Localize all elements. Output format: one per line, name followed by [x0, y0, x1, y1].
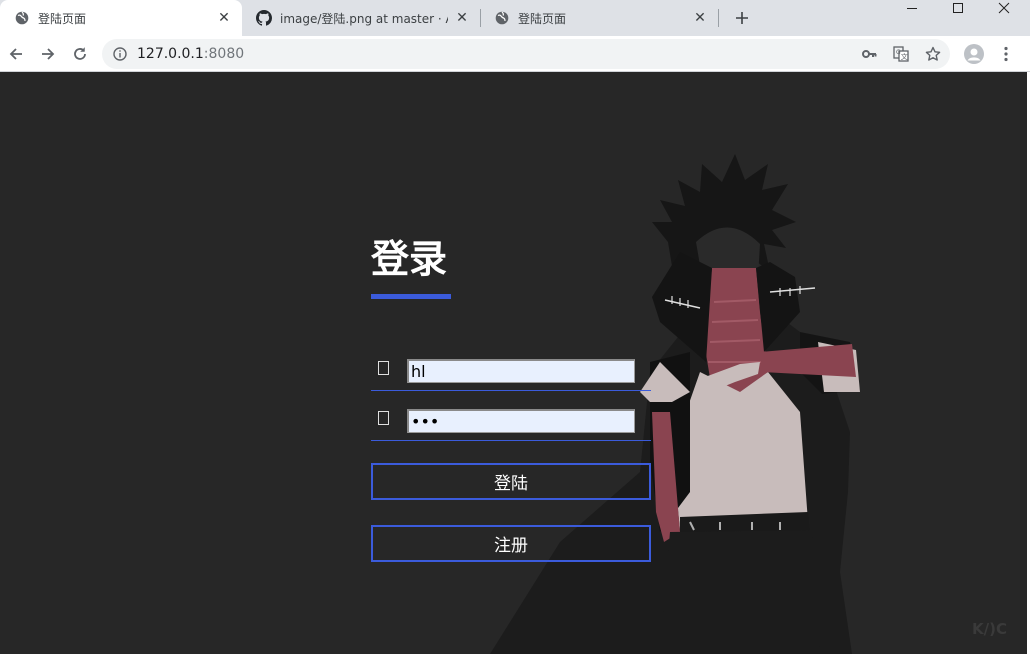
translate-icon[interactable]: 文G [892, 45, 910, 63]
bookmark-star-icon[interactable] [924, 45, 942, 63]
tab-title: 登陆页面 [518, 11, 567, 26]
register-button[interactable]: 注册 [371, 525, 651, 562]
globe-icon [494, 10, 510, 26]
menu-button[interactable] [992, 40, 1020, 68]
svg-text:文: 文 [901, 52, 908, 61]
arrow-left-icon [9, 48, 22, 60]
arrow-right-icon [42, 48, 55, 60]
kebab-menu-icon [1004, 46, 1008, 62]
title-underline [371, 294, 451, 299]
globe-icon [14, 10, 30, 26]
tab-github[interactable]: image/登陆.png at master · Alt ✕ [242, 0, 480, 36]
address-bar[interactable]: 127.0.0.1:8080 文G [102, 39, 950, 69]
plus-icon [736, 12, 748, 24]
tab-login-page-1[interactable]: 登陆页面 ✕ [0, 0, 242, 36]
window-close-button[interactable] [981, 0, 1027, 16]
close-icon[interactable]: ✕ [216, 10, 232, 26]
password-row [371, 401, 651, 441]
username-input[interactable] [407, 359, 635, 383]
lock-icon [378, 411, 389, 425]
back-button[interactable] [2, 40, 30, 68]
url-port: :8080 [203, 46, 245, 62]
svg-text:G: G [896, 49, 901, 56]
tab-title: image/登陆.png at master · Alt [280, 11, 448, 26]
browser-toolbar: 127.0.0.1:8080 文G [0, 36, 1030, 72]
github-icon [256, 10, 272, 26]
minimize-button[interactable] [889, 0, 935, 16]
login-title: 登录 [371, 237, 448, 281]
username-row [371, 351, 651, 391]
window-bottom-edge [0, 654, 1030, 658]
login-button[interactable]: 登陆 [371, 463, 651, 500]
user-icon [378, 361, 389, 375]
profile-avatar[interactable] [960, 40, 988, 68]
close-icon[interactable]: ✕ [692, 10, 708, 26]
new-tab-button[interactable] [730, 6, 754, 30]
maximize-icon [953, 3, 963, 13]
reload-button[interactable] [66, 40, 94, 68]
minimize-icon [907, 8, 917, 9]
maximize-button[interactable] [935, 0, 981, 16]
forward-button[interactable] [34, 40, 62, 68]
key-icon[interactable] [860, 45, 878, 63]
info-icon[interactable] [112, 46, 128, 62]
close-icon [998, 2, 1010, 14]
reload-icon [74, 47, 86, 60]
url-host: 127.0.0.1 [137, 46, 204, 62]
url-text[interactable]: 127.0.0.1:8080 [137, 46, 244, 62]
password-input[interactable] [407, 409, 635, 433]
tab-title: 登陆页面 [38, 11, 87, 26]
close-icon[interactable]: ✕ [454, 10, 470, 26]
watermark-text: K/)C [972, 620, 1007, 638]
page-viewport: K/)C 登录 登陆 注册 [0, 72, 1027, 654]
tab-login-page-2[interactable]: 登陆页面 ✕ [480, 0, 718, 36]
tab-divider [718, 9, 719, 27]
avatar-icon [964, 44, 984, 64]
tab-strip: 登陆页面 ✕ image/登陆.png at master · Alt ✕ 登陆… [0, 0, 1030, 36]
